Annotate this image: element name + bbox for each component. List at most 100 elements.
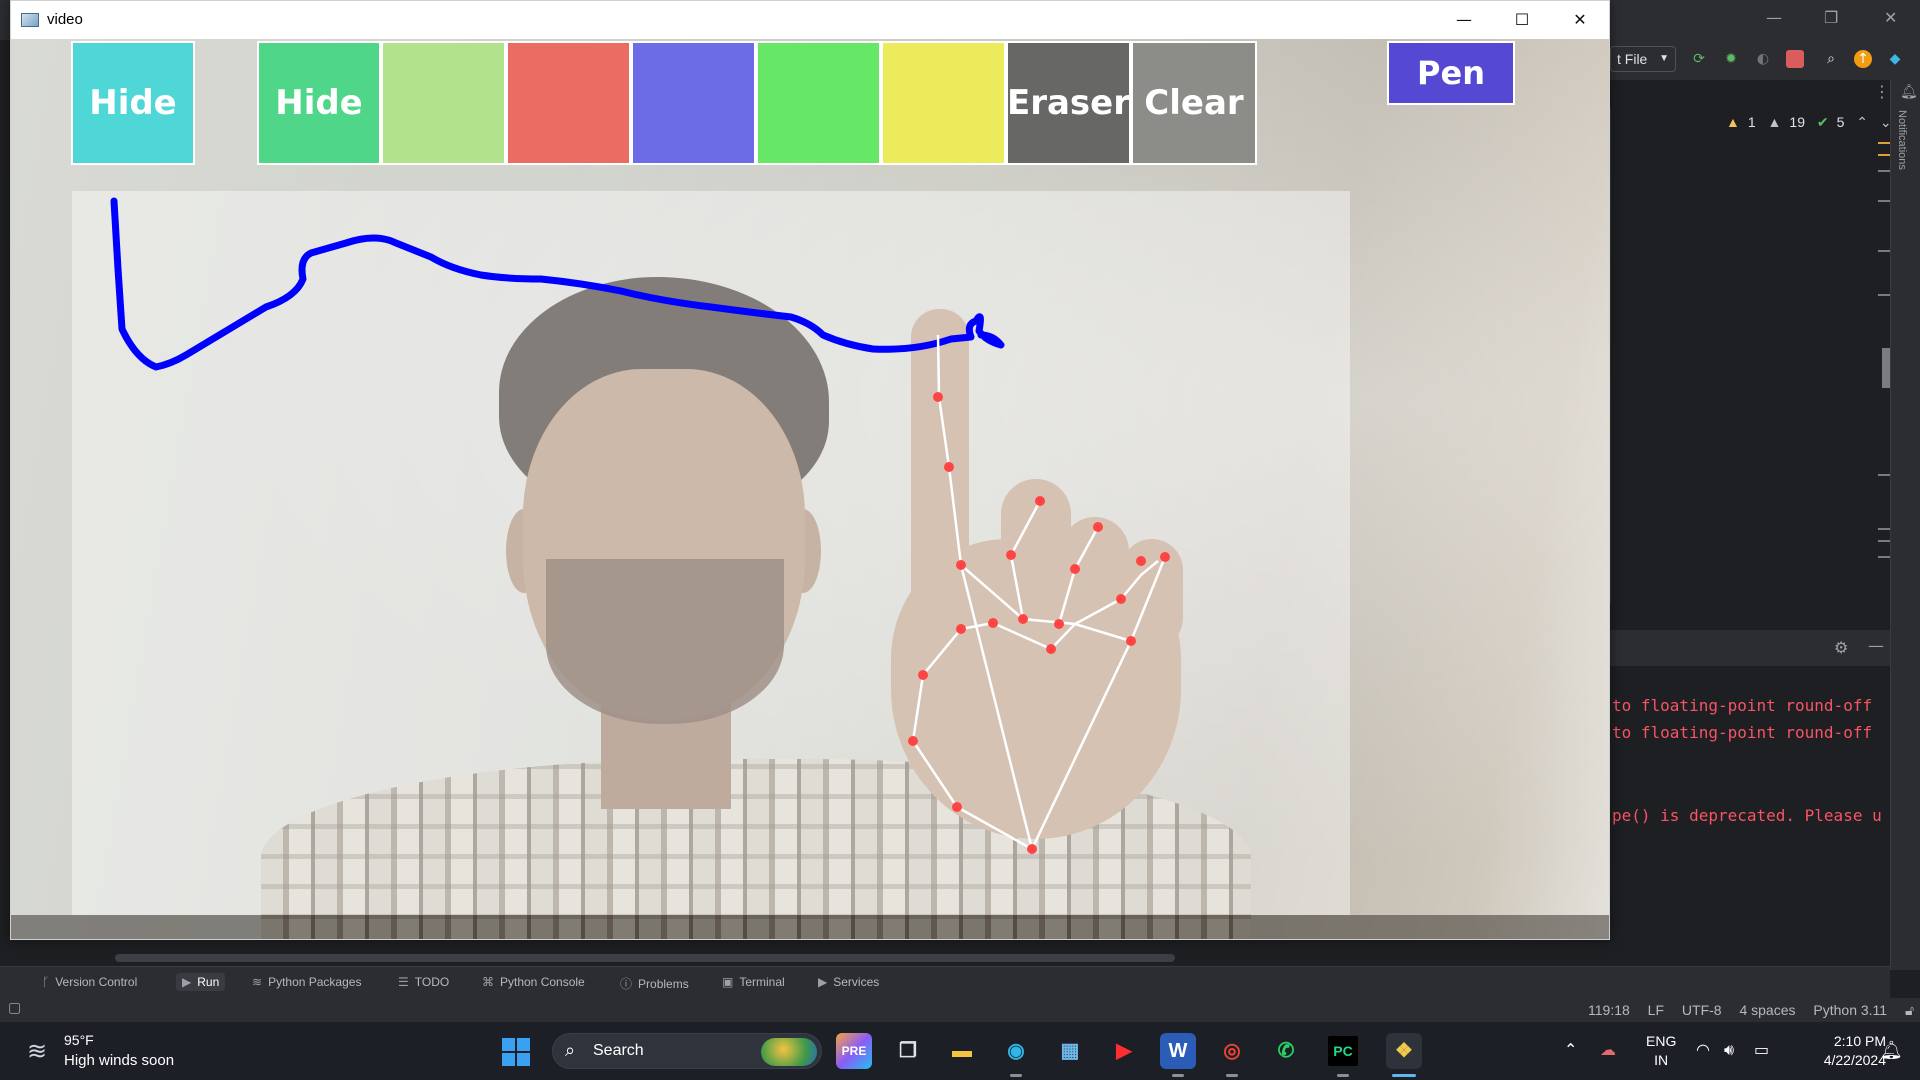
wind-icon: ≋	[26, 1037, 48, 1065]
tool-python-console[interactable]: ⌘ Python Console	[482, 975, 585, 989]
swatch-yellow[interactable]	[881, 41, 1006, 165]
settings-icon[interactable]: ⚙	[1834, 638, 1848, 657]
jetbrains-ai-icon[interactable]: ◆	[1886, 50, 1904, 68]
volume-icon[interactable]: 🔊︎	[1724, 1040, 1734, 1060]
hide-button-left[interactable]: Hide	[71, 41, 195, 165]
inspection-widget[interactable]: ▲ 1 ▲ 19 ✔ 5 ⌃ ⌄	[1726, 114, 1900, 131]
stop-icon[interactable]	[1786, 50, 1804, 68]
system-clock[interactable]: 2:10 PM 4/22/2024	[1796, 1032, 1886, 1070]
tool-services[interactable]: ▶ Services	[818, 975, 879, 989]
tool-python-packages[interactable]: ≋ Python Packages	[252, 975, 361, 989]
coverage-icon[interactable]: ◐	[1754, 50, 1772, 68]
active-indicator	[1392, 1074, 1416, 1077]
notifications-tab[interactable]: Notifications	[1896, 110, 1908, 170]
search-label: Search	[593, 1042, 644, 1059]
run-panel-header: ⚙ —	[1610, 630, 1890, 666]
check-icon: ✔	[1816, 114, 1829, 130]
tool-run[interactable]: ▶ Run	[176, 973, 226, 991]
battery-icon[interactable]: ▭	[1754, 1040, 1769, 1059]
pinky-finger-bones	[1120, 560, 1159, 600]
tool-todo[interactable]: ☰ TODO	[398, 975, 449, 989]
chrome-icon[interactable]: ◎	[1214, 1033, 1250, 1069]
search-icon: ⌕	[565, 1040, 576, 1061]
windows-logo-tile	[517, 1038, 530, 1051]
tool-problems[interactable]: ⓘ Problems	[620, 975, 689, 992]
running-indicator	[1337, 1074, 1349, 1077]
clock-date: 4/22/2024	[1823, 1052, 1886, 1068]
weak-warning-icon: ▲	[1767, 114, 1782, 130]
clear-button[interactable]: Clear	[1131, 41, 1257, 165]
onedrive-icon[interactable]: ☁	[1600, 1040, 1616, 1059]
swatch-red[interactable]	[506, 41, 631, 165]
running-indicator	[1010, 1074, 1022, 1077]
right-tool-rail	[1890, 80, 1920, 970]
search-icon[interactable]: ⌕	[1822, 50, 1840, 68]
taskbar-search[interactable]: ⌕ Search	[552, 1033, 822, 1069]
more-options-icon[interactable]: ⋮	[1874, 82, 1890, 101]
middle-finger-bones	[1009, 500, 1042, 620]
run-console[interactable]	[1610, 630, 1890, 966]
ide-minimize-button[interactable]: —	[1766, 8, 1782, 27]
webcam-frame[interactable]: Hide Hide Eraser Clear Pen	[11, 39, 1609, 939]
terminal-icon: ▣	[722, 975, 734, 989]
running-indicator	[1226, 1074, 1238, 1077]
horizontal-scrollbar[interactable]	[115, 954, 1175, 962]
language-code: ENG	[1646, 1033, 1677, 1049]
editor-error-stripe[interactable]	[1878, 108, 1894, 568]
start-button[interactable]	[502, 1038, 530, 1066]
swatch-green[interactable]	[756, 41, 881, 165]
code-editor[interactable]	[1610, 108, 1880, 603]
indent-setting[interactable]: 4 spaces	[1739, 1002, 1795, 1018]
video-window[interactable]: video — ☐ ✕ Hide Hide Eraser Clear Pen	[10, 0, 1610, 940]
edge-icon[interactable]: ◉	[998, 1033, 1034, 1069]
ide-restore-button[interactable]: ❐	[1824, 8, 1838, 27]
taskbar: ≋ 95°F High winds soon ⌕ Search PRE ❐ ▬ …	[0, 1022, 1920, 1080]
tool-version-control[interactable]: ᚴ Version Control	[42, 975, 137, 989]
run-configuration-dropdown[interactable]: t File ▼	[1610, 46, 1676, 72]
pycharm-icon[interactable]: PC	[1328, 1036, 1358, 1066]
toggle-layout-icon[interactable]: ▢	[8, 1000, 21, 1016]
youtube-icon[interactable]: ▶	[1106, 1033, 1142, 1069]
language-indicator[interactable]: ENG IN	[1646, 1032, 1676, 1070]
copilot-icon[interactable]: PRE	[836, 1033, 872, 1069]
task-view-icon[interactable]: ❐	[890, 1033, 926, 1069]
landmark-point	[956, 624, 966, 634]
wifi-icon[interactable]: ◠	[1696, 1040, 1710, 1059]
maximize-button[interactable]: ☐	[1493, 1, 1551, 39]
pen-button[interactable]: Pen	[1387, 41, 1515, 105]
word-icon[interactable]: W	[1160, 1033, 1196, 1069]
chevron-up-icon[interactable]: ⌃	[1856, 114, 1868, 130]
eraser-button[interactable]: Eraser	[1006, 41, 1131, 165]
console-line: pe() is deprecated. Please u	[1612, 806, 1882, 825]
tool-terminal[interactable]: ▣ Terminal	[722, 975, 785, 989]
video-titlebar[interactable]: video — ☐ ✕	[11, 1, 1609, 39]
swatch-light-green[interactable]	[381, 41, 506, 165]
whatsapp-icon[interactable]: ✆	[1268, 1033, 1304, 1069]
debug-icon[interactable]: ✹	[1722, 50, 1740, 68]
update-icon[interactable]: ↑	[1854, 50, 1872, 68]
status-bar: ▢ 119:18 LF UTF-8 4 spaces Python 3.11 🔓…	[0, 998, 1920, 1022]
frame-bottom-band	[11, 915, 1609, 939]
file-explorer-icon[interactable]: ▬	[944, 1033, 980, 1069]
hide-button[interactable]: Hide	[257, 41, 381, 165]
line-separator[interactable]: LF	[1648, 1002, 1664, 1018]
notification-bell-icon[interactable]: 🔔︎	[1880, 1040, 1903, 1061]
bell-icon[interactable]: 🔔︎	[1900, 84, 1918, 100]
file-encoding[interactable]: UTF-8	[1682, 1002, 1722, 1018]
lock-icon[interactable]: 🔓︎	[1905, 1002, 1914, 1018]
ide-close-button[interactable]: ✕	[1884, 8, 1897, 27]
close-button[interactable]: ✕	[1551, 1, 1609, 39]
swatch-blue[interactable]	[631, 41, 756, 165]
clear-label: Clear	[1144, 83, 1244, 123]
minimize-button[interactable]: —	[1435, 1, 1493, 39]
cursor-position[interactable]: 119:18	[1588, 1002, 1630, 1018]
python-interpreter[interactable]: Python 3.11	[1813, 1002, 1887, 1018]
control-panel-icon[interactable]: ▦	[1052, 1033, 1088, 1069]
rerun-icon[interactable]: ⟳	[1690, 50, 1708, 68]
chevron-up-icon[interactable]: ⌃	[1564, 1040, 1577, 1059]
landmark-point	[1027, 844, 1037, 854]
hide-panel-icon[interactable]: —	[1868, 636, 1884, 655]
landmark-point	[918, 670, 928, 680]
ok-count: 5	[1836, 114, 1845, 130]
python-window-icon[interactable]: ❖	[1386, 1033, 1422, 1069]
